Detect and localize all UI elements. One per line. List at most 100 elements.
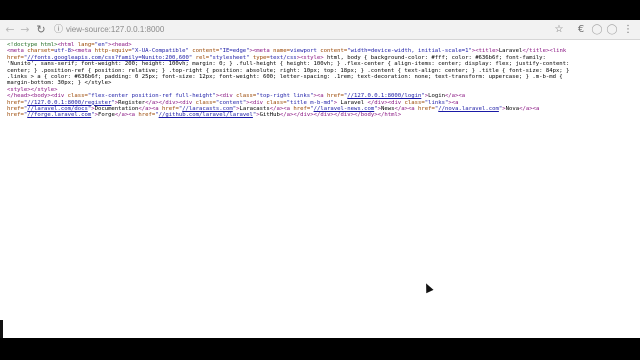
source-token: content= xyxy=(316,48,348,55)
source-token: <meta xyxy=(252,48,274,55)
source-token: content= xyxy=(188,48,220,55)
source-token: html, body { background-color: #fff; col… xyxy=(323,54,546,61)
source-token: "title m-b-md" xyxy=(286,99,334,106)
source-token: <div xyxy=(249,99,267,106)
source-token: "top-right links" xyxy=(256,93,314,100)
source-token: </style> xyxy=(30,86,58,93)
source-link[interactable]: //laravel-news.com xyxy=(314,106,375,112)
source-token: .links > a { color: #636b6f; padding: 0 … xyxy=(7,74,563,81)
source-token: <div xyxy=(219,93,237,100)
back-arrow-icon[interactable]: ← xyxy=(4,23,16,36)
source-token: class= xyxy=(67,93,88,100)
source-link[interactable]: //forge.laravel.com xyxy=(27,112,91,118)
source-link[interactable]: //laracasts.com xyxy=(182,106,233,112)
source-token: <div xyxy=(387,99,405,106)
source-token: <!doctype html> xyxy=(7,42,58,48)
source-token: charset= xyxy=(27,48,55,55)
source-token: </a> xyxy=(279,112,294,119)
account-icon[interactable]: ◯ xyxy=(591,23,603,36)
browser-window: ← → ↻ ⓘ view-source:127.0.0.1:8000 ☆ € ◯… xyxy=(0,20,640,338)
source-token: center; } .position-ref { position: rela… xyxy=(7,67,570,74)
source-token: "width=device-width, initial-scale=1" xyxy=(347,48,472,55)
source-token: GitHub xyxy=(259,112,280,119)
source-token: </a> xyxy=(519,106,533,113)
source-token: <div xyxy=(178,99,196,106)
source-token: Forge xyxy=(97,112,115,119)
source-token: </a> xyxy=(269,106,284,113)
source-link[interactable]: //github.com/laravel/laravel xyxy=(159,112,253,118)
source-token: </a> xyxy=(138,106,152,113)
source-link[interactable]: //fonts.googleapis.com/css?family=Nunito… xyxy=(27,55,189,61)
source-token: href= xyxy=(7,106,24,113)
source-token: Login xyxy=(428,93,445,100)
kebab-menu-icon[interactable]: ⋮ xyxy=(622,23,634,36)
source-token: </title> xyxy=(522,48,550,55)
source-token: <title> xyxy=(475,48,499,55)
source-token: href= xyxy=(138,112,156,119)
source-token: </div> xyxy=(293,112,314,119)
source-token: "stylesheet" xyxy=(209,54,250,61)
source-token: </body> xyxy=(354,112,378,119)
source-token: margin-bottom: 30px; } </style> xyxy=(7,80,112,87)
source-token: "flex-center position-ref full-height" xyxy=(87,93,216,100)
source-token: href= xyxy=(161,106,179,113)
source-token: "IE=edge" xyxy=(219,48,250,55)
source-token: </div> xyxy=(158,99,179,106)
source-token: <a xyxy=(128,112,139,119)
source-token: </head> xyxy=(7,93,31,100)
source-token: <div xyxy=(50,93,68,100)
source-token: href= xyxy=(327,93,344,100)
source-token: "links" xyxy=(424,99,449,106)
source-token: </html> xyxy=(377,112,402,119)
source-token: http-equiv= xyxy=(94,48,132,55)
source-token: <a xyxy=(451,99,459,106)
source-token: Laracasts xyxy=(239,106,270,113)
source-link[interactable]: //127.0.0.1:8000/login xyxy=(347,93,421,99)
source-token: class= xyxy=(195,99,216,106)
source-token: </a> xyxy=(145,99,159,106)
source-token: <link xyxy=(549,48,570,55)
source-token: 'Nunito', sans-serif; font-weight: 200; … xyxy=(7,61,570,68)
source-token: <style> xyxy=(7,86,31,93)
reload-icon[interactable]: ↻ xyxy=(35,23,47,36)
source-token: News xyxy=(380,106,395,113)
account-icon-secondary[interactable]: ◯ xyxy=(606,23,618,36)
extension-icon[interactable]: € xyxy=(575,23,587,36)
source-token: viewport xyxy=(289,48,317,55)
source-token: class= xyxy=(404,99,425,106)
source-token: Laravel xyxy=(337,99,368,106)
source-token: "X-UA-Compatible" xyxy=(131,48,189,55)
star-icon[interactable]: ☆ xyxy=(553,23,565,36)
source-token: <a xyxy=(283,106,294,113)
window-edge xyxy=(0,320,3,338)
page-info-icon[interactable]: ⓘ xyxy=(54,23,63,37)
address-bar[interactable]: ⓘ view-source:127.0.0.1:8000 xyxy=(52,23,544,37)
source-token: class= xyxy=(266,99,287,106)
browser-toolbar: ← → ↻ ⓘ view-source:127.0.0.1:8000 ☆ € ◯… xyxy=(0,20,640,40)
source-token: "en" xyxy=(94,42,109,48)
source-token: <body> xyxy=(30,93,51,100)
source-token: href= xyxy=(7,99,24,106)
source-link[interactable]: //127.0.0.1:8000/register xyxy=(27,100,111,106)
source-token: utf-8 xyxy=(54,48,72,55)
source-link[interactable]: //laravel.com/docs xyxy=(27,106,88,112)
source-token: <meta xyxy=(7,48,28,55)
forward-arrow-icon[interactable]: → xyxy=(19,23,31,36)
source-token: <style> xyxy=(300,54,324,61)
source-token: </div> xyxy=(333,112,355,119)
source-token: class= xyxy=(236,93,257,100)
source-token: <html xyxy=(57,42,78,48)
source-token: Laravel xyxy=(498,48,523,55)
view-source-content: <!doctype html><html lang="en"><head> <me… xyxy=(7,42,635,119)
address-bar-url[interactable]: view-source:127.0.0.1:8000 xyxy=(66,23,164,37)
source-link[interactable]: //nova.laravel.com xyxy=(438,106,499,112)
source-token: <a xyxy=(458,93,466,100)
source-token: </a> xyxy=(394,106,408,113)
source-token: Nova xyxy=(505,106,520,113)
source-token: </div> xyxy=(367,99,388,106)
source-token: type= xyxy=(249,54,270,61)
source-token: href= xyxy=(7,112,24,119)
source-token: <head> xyxy=(111,42,132,48)
source-token: <a xyxy=(151,106,162,113)
source-token: "content" xyxy=(215,99,247,106)
